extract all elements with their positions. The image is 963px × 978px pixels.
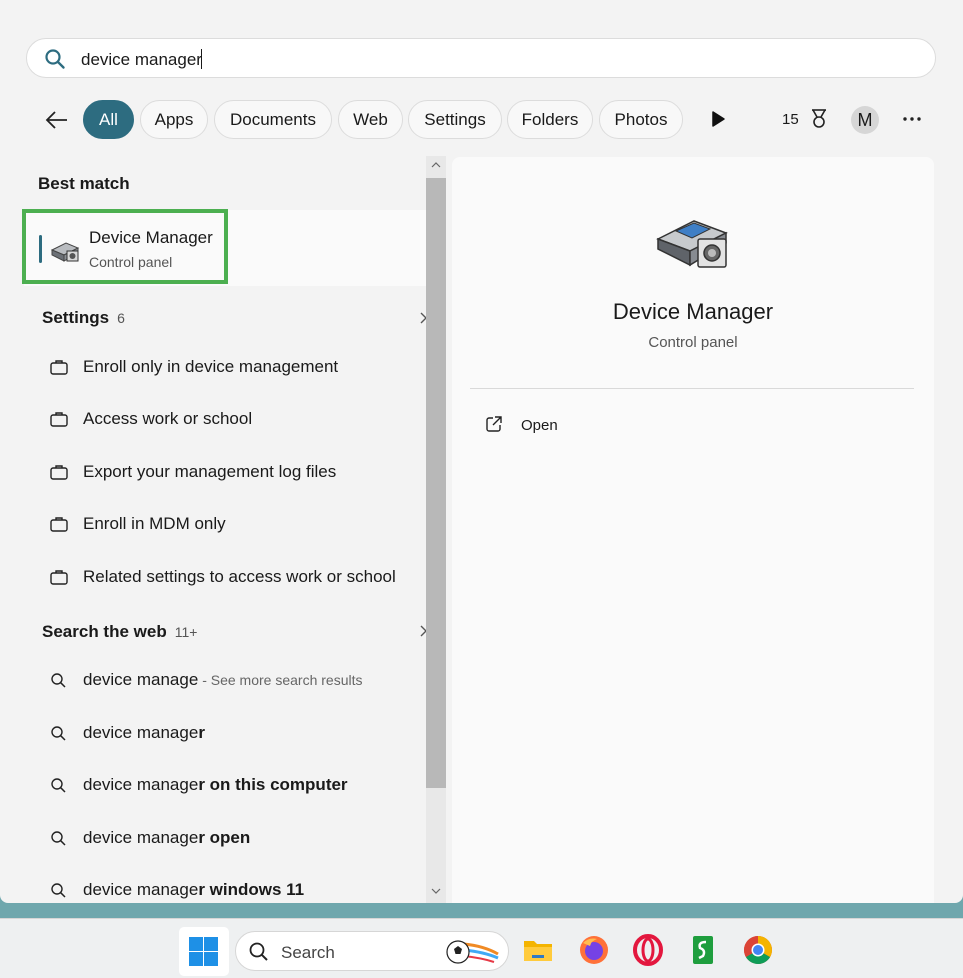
- taskbar-search-label: Search: [281, 943, 335, 962]
- web-item-suffix: r on this computer: [198, 775, 348, 794]
- tab-settings[interactable]: Settings: [408, 100, 502, 139]
- open-label: Open: [521, 417, 558, 434]
- settings-result-item[interactable]: Enroll in MDM only: [48, 509, 418, 539]
- detail-subtitle: Control panel: [648, 334, 738, 351]
- open-external-icon: [486, 416, 502, 432]
- tab-all[interactable]: All: [83, 100, 134, 139]
- results-scrollbar[interactable]: [426, 156, 446, 903]
- settings-heading-label: Settings: [42, 308, 110, 327]
- opera-icon[interactable]: [631, 933, 665, 967]
- rewards-medal-icon[interactable]: [808, 108, 830, 130]
- best-match-title: Device Manager: [89, 228, 213, 247]
- rewards-points: 15: [782, 111, 799, 128]
- detail-title: Device Manager: [612, 299, 774, 324]
- web-item-label: device manager open: [83, 823, 250, 853]
- settings-result-item[interactable]: Related settings to access work or schoo…: [48, 562, 418, 592]
- settings-item-label: Enroll in MDM only: [83, 514, 226, 533]
- web-count: 11+: [174, 624, 198, 640]
- search-input[interactable]: device manager: [81, 49, 202, 70]
- scrollbar-thumb[interactable]: [426, 178, 446, 788]
- web-heading-label: Search the web: [42, 622, 167, 641]
- web-item-prefix: device manage: [83, 828, 199, 847]
- web-item-label: device manager on this computer: [83, 770, 348, 800]
- search-icon: [51, 726, 66, 741]
- tab-documents[interactable]: Documents: [214, 100, 332, 139]
- settings-item-label: Export your management log files: [83, 462, 337, 481]
- web-section-heading[interactable]: Search the web 11+: [42, 622, 197, 642]
- settings-count: 6: [117, 310, 125, 326]
- tab-apps[interactable]: Apps: [140, 100, 208, 139]
- web-item-label: device manager: [83, 718, 205, 748]
- web-item-label: device manage - See more search results: [83, 665, 362, 695]
- briefcase-icon: [50, 360, 68, 375]
- web-result-item[interactable]: device manager: [48, 718, 418, 748]
- settings-result-item[interactable]: Enroll only in device management: [48, 352, 418, 382]
- sheets-app-icon[interactable]: [686, 933, 720, 967]
- search-icon: [249, 942, 268, 961]
- web-item-label: device manager windows 11: [83, 875, 304, 903]
- start-button[interactable]: [179, 927, 229, 976]
- settings-item-label: Related settings to access work or schoo…: [83, 567, 396, 586]
- settings-result-item[interactable]: Export your management log files: [48, 457, 418, 487]
- web-item-prefix: device manage: [83, 670, 199, 689]
- search-query: device manager: [81, 50, 202, 69]
- user-avatar[interactable]: M: [851, 106, 879, 134]
- search-icon: [51, 673, 66, 688]
- web-item-suffix: r: [198, 723, 205, 742]
- web-item-hint: - See more search results: [198, 672, 363, 688]
- tab-folders[interactable]: Folders: [507, 100, 593, 139]
- web-result-item[interactable]: device manager open: [48, 823, 418, 853]
- tab-photos[interactable]: Photos: [599, 100, 683, 139]
- settings-item-label: Access work or school: [83, 409, 253, 428]
- text-caret: [200, 49, 202, 69]
- detail-pane: Device Manager Control panel Open: [452, 157, 934, 903]
- web-item-suffix: r windows 11: [198, 880, 305, 899]
- taskbar: Search: [0, 918, 963, 978]
- more-filters-play-icon[interactable]: [707, 108, 729, 130]
- start-search-panel: device manager All Apps Documents Web Se…: [0, 0, 963, 903]
- web-item-prefix: device manage: [83, 723, 199, 742]
- scroll-up-icon[interactable]: [431, 160, 441, 170]
- firefox-icon[interactable]: [577, 933, 611, 967]
- windows-logo-icon: [189, 937, 218, 966]
- web-result-item[interactable]: device manager windows 11: [48, 875, 418, 903]
- settings-section-heading[interactable]: Settings 6: [42, 308, 125, 328]
- web-item-suffix: r open: [198, 828, 251, 847]
- web-item-prefix: device manage: [83, 775, 199, 794]
- more-options-icon[interactable]: [900, 108, 924, 130]
- back-arrow-icon[interactable]: [42, 106, 70, 134]
- scroll-down-icon[interactable]: [431, 886, 441, 896]
- file-explorer-icon[interactable]: [521, 933, 555, 967]
- briefcase-icon: [50, 465, 68, 480]
- briefcase-icon: [50, 412, 68, 427]
- search-icon: [51, 831, 66, 846]
- web-result-item[interactable]: device manage - See more search results: [48, 665, 418, 695]
- selection-indicator: [39, 235, 42, 263]
- best-match-heading: Best match: [38, 174, 130, 193]
- settings-item-label: Enroll only in device management: [83, 357, 339, 376]
- briefcase-icon: [50, 570, 68, 585]
- web-item-prefix: device manage: [83, 880, 199, 899]
- best-match-subtitle: Control panel: [89, 254, 173, 270]
- open-action[interactable]: Open: [482, 412, 682, 440]
- tab-web[interactable]: Web: [338, 100, 403, 139]
- soccer-ball-icon: [446, 940, 499, 964]
- results-list: Best match Device Manager Control panel …: [0, 156, 446, 903]
- search-box[interactable]: device manager: [26, 38, 936, 78]
- divider: [470, 388, 914, 389]
- settings-result-item[interactable]: Access work or school: [48, 404, 418, 434]
- device-manager-large-icon: [656, 220, 728, 268]
- filter-bar: All Apps Documents Web Settings Folders …: [0, 98, 963, 142]
- briefcase-icon: [50, 517, 68, 532]
- search-icon: [51, 778, 66, 793]
- search-icon: [51, 883, 66, 898]
- device-manager-icon: [50, 242, 80, 262]
- taskbar-search[interactable]: Search: [235, 931, 509, 971]
- search-icon: [45, 49, 65, 69]
- chrome-icon[interactable]: [741, 933, 775, 967]
- web-result-item[interactable]: device manager on this computer: [48, 770, 418, 800]
